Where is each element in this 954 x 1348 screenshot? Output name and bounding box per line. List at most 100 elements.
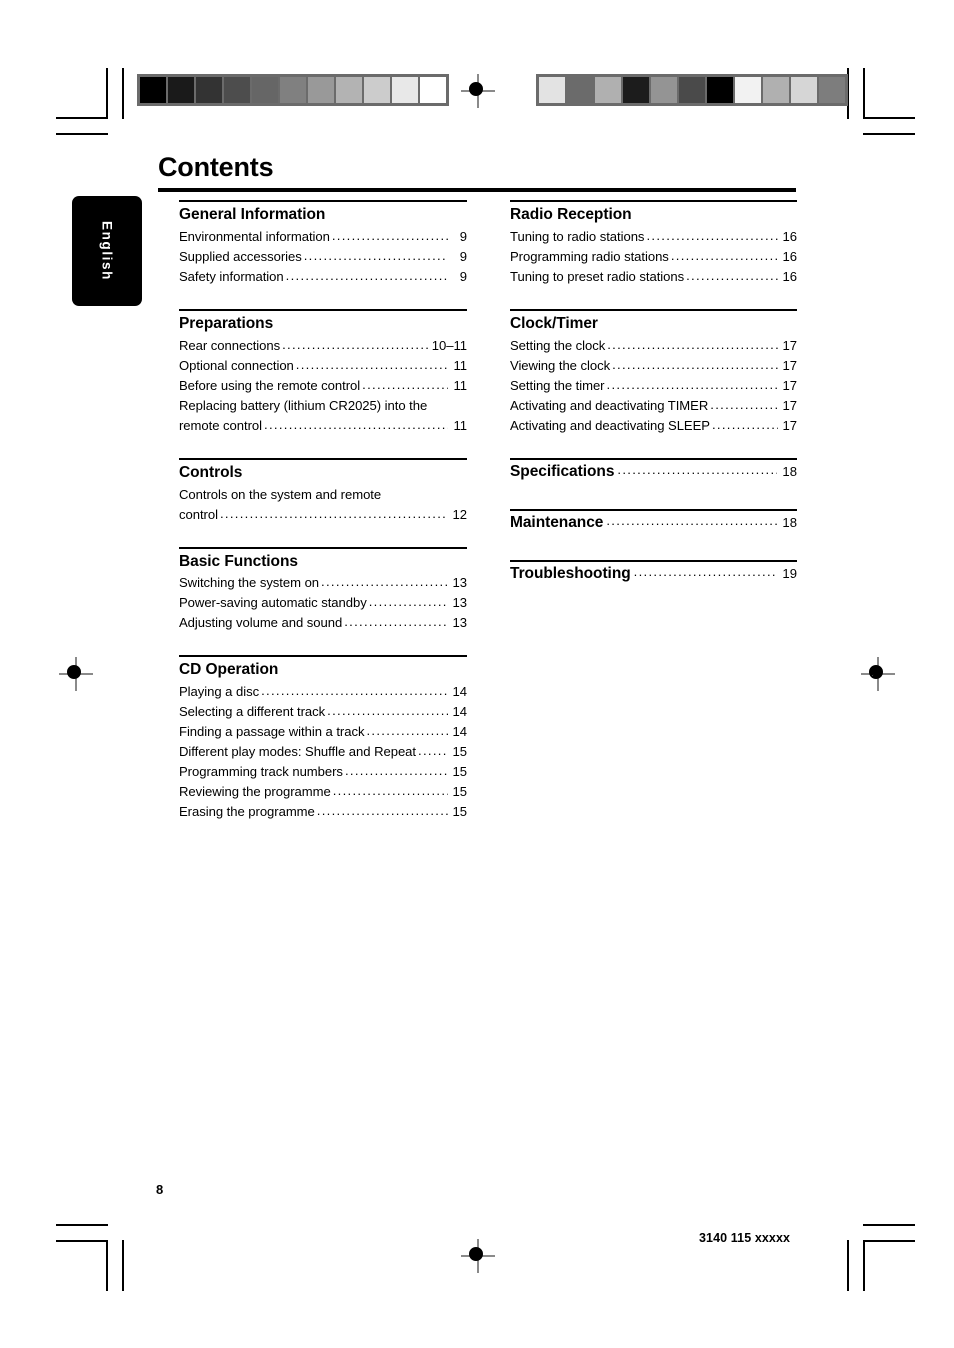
toc-entry[interactable]: Tuning to radio stations 16: [510, 227, 797, 247]
dot-leader: [264, 415, 448, 435]
toc-entry[interactable]: Activating and deactivating TIMER 17: [510, 396, 797, 416]
toc-entry[interactable]: Safety information 9: [179, 267, 467, 287]
toc-heading-entry[interactable]: Troubleshooting 19: [510, 565, 797, 583]
section-divider-rule: [179, 457, 467, 460]
toc-entry[interactable]: Before using the remote control 11: [179, 376, 467, 396]
crop-mark-bottom-left-horizontal: [56, 1240, 108, 1242]
dot-leader: [261, 681, 448, 701]
gray-swatch: [623, 77, 649, 103]
toc-entry[interactable]: Playing a disc 14: [179, 682, 467, 702]
toc-entry[interactable]: Optional connection 11: [179, 356, 467, 376]
toc-page-number: 17: [782, 337, 798, 353]
toc-entry[interactable]: Programming radio stations 16: [510, 247, 797, 267]
toc-heading-entry[interactable]: Specifications 18: [510, 463, 797, 481]
toc-page-number: 11: [453, 377, 468, 393]
toc-entry-label: Programming track numbers: [179, 764, 343, 780]
gray-swatch: [595, 77, 621, 103]
toc-entry-label-line[interactable]: Controls on the system and remote: [179, 485, 467, 505]
toc-entry[interactable]: remote control 11: [179, 416, 467, 436]
section-heading: Preparations: [179, 314, 274, 332]
crop-mark-bottom-left-trim: [122, 1240, 124, 1291]
gray-swatch: [679, 77, 705, 103]
toc-page-number: 12: [452, 506, 468, 522]
section-heading: General Information: [179, 206, 326, 223]
dot-leader: [686, 266, 778, 286]
gray-swatch: [224, 77, 250, 103]
section-divider-rule: [510, 457, 797, 460]
toc-page-number: 15: [452, 804, 468, 820]
gray-swatch: [308, 77, 334, 103]
section-divider-rule: [510, 200, 797, 202]
gray-swatch: [539, 77, 565, 103]
dot-leader: [612, 355, 778, 375]
toc-entry[interactable]: Selecting a different track 14: [179, 702, 467, 722]
toc-entry[interactable]: Erasing the programme 15: [179, 802, 467, 822]
toc-entry[interactable]: Activating and deactivating SLEEP 17: [510, 416, 797, 436]
crop-mark-top-left-bleed: [56, 133, 108, 135]
registration-mark-right-middle: [861, 657, 895, 691]
toc-entry[interactable]: Finding a passage within a track 14: [179, 722, 467, 742]
toc-section: General Information Environmental informa…: [179, 200, 467, 301]
section-heading: Controls: [179, 463, 243, 481]
crop-mark-top-right-bleed: [863, 133, 915, 135]
toc-entry[interactable]: Supplied accessories 9: [179, 247, 467, 267]
toc-page-number: 13: [452, 575, 468, 591]
toc-entry[interactable]: Adjusting volume and sound 13: [179, 613, 467, 633]
crop-mark-bottom-right-vertical: [847, 1240, 849, 1291]
section-divider-rule: [510, 559, 797, 562]
gray-swatch: [567, 77, 593, 103]
toc-page-number: 19: [782, 565, 797, 581]
section-heading: Basic Functions: [179, 552, 298, 570]
crop-mark-top-right-horizontal: [863, 117, 915, 119]
toc-entry[interactable]: Setting the clock 17: [510, 336, 797, 356]
toc-page-number: 10–11: [431, 337, 467, 353]
toc-entry[interactable]: control 12: [179, 505, 467, 525]
toc-page-number: 18: [782, 514, 797, 530]
section-heading: Radio Reception: [510, 206, 632, 223]
toc-page-number: 9: [459, 268, 467, 284]
toc-entry-label: Power-saving automatic standby: [179, 595, 367, 611]
toc-entry-label: Selecting a different track: [179, 704, 326, 720]
toc-entry[interactable]: Tuning to preset radio stations 16: [510, 267, 797, 287]
toc-page-number: 14: [452, 724, 468, 740]
toc-entry[interactable]: Viewing the clock 17: [510, 356, 797, 376]
toc-page-number: 11: [453, 417, 468, 433]
toc-entry[interactable]: Different play modes: Shuffle and Repeat…: [179, 742, 467, 762]
gray-swatch: [420, 77, 446, 103]
dot-leader: [345, 761, 448, 781]
toc-entry-label-line[interactable]: Replacing battery (lithium CR2025) into …: [179, 396, 467, 416]
dot-leader: [606, 513, 777, 528]
toc-entry[interactable]: Programming track numbers 15: [179, 762, 467, 782]
toc-entry-label: Setting the clock: [510, 337, 606, 353]
toc-entry-label: Environmental information: [179, 228, 330, 244]
title-underline-rule: [158, 188, 796, 192]
toc-entry[interactable]: Reviewing the programme 15: [179, 782, 467, 802]
language-tab-label: English: [99, 221, 115, 281]
toc-heading-entry[interactable]: Maintenance 18: [510, 514, 797, 532]
gray-swatch: [364, 77, 390, 103]
dot-leader: [617, 462, 777, 477]
crop-mark-bottom-right-bleed: [863, 1224, 915, 1226]
gray-swatch: [707, 77, 733, 103]
toc-entry[interactable]: Setting the timer 17: [510, 376, 797, 396]
toc-column-left: General Information Environmental informa…: [179, 200, 467, 844]
section-divider-rule: [179, 546, 467, 549]
toc-entry[interactable]: Power-saving automatic standby 13: [179, 593, 467, 613]
dot-leader: [671, 246, 778, 266]
toc-entry[interactable]: Environmental information 9: [179, 227, 467, 247]
toc-entry[interactable]: Rear connections 10–11: [179, 336, 467, 356]
gray-swatch: [791, 77, 817, 103]
toc-page-number: 15: [452, 764, 468, 780]
toc-entry-label: Tuning to preset radio stations: [510, 268, 685, 284]
toc-entry-label: Activating and deactivating SLEEP: [510, 417, 710, 433]
toc-entry[interactable]: Switching the system on 13: [179, 573, 467, 593]
dot-leader: [362, 375, 448, 395]
toc-entry-label: Optional connection: [179, 357, 294, 373]
dot-leader: [369, 592, 448, 612]
grayscale-calibration-strip-left: [137, 74, 449, 106]
grayscale-calibration-strip-right: [536, 74, 848, 106]
